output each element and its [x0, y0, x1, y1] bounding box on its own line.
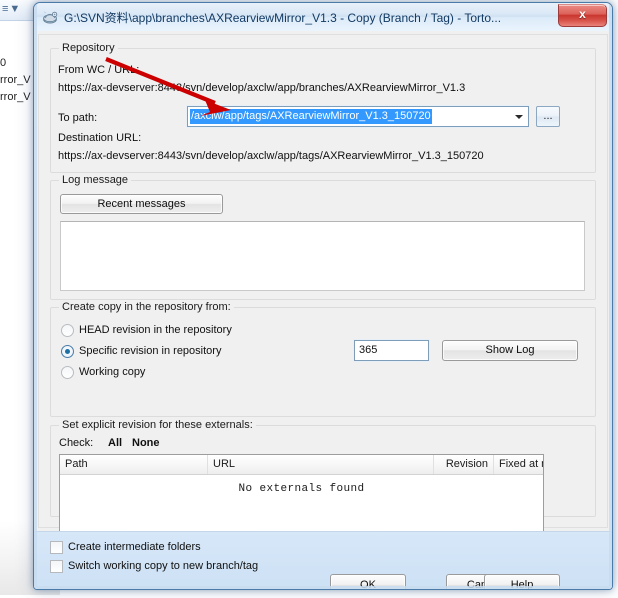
checkbox-switch-working-copy-label: Switch working copy to new branch/tag [68, 560, 259, 572]
column-header-path[interactable]: Path [60, 455, 208, 474]
radio-indicator [61, 366, 74, 379]
to-path-label: To path: [58, 112, 98, 124]
radio-working-copy-label: Working copy [79, 366, 146, 378]
radio-indicator [61, 324, 74, 337]
background-toolbar-icon: ≡▼ [2, 3, 22, 15]
recent-messages-button[interactable]: Recent messages [60, 194, 223, 214]
column-header-url[interactable]: URL [208, 455, 434, 474]
radio-working-copy[interactable]: Working copy [61, 365, 311, 381]
checkbox-switch-working-copy[interactable]: Switch working copy to new branch/tag [50, 559, 310, 575]
copy-branch-tag-dialog: G:\SVN资料\app\branches\AXRearviewMirror_V… [33, 2, 613, 590]
ok-button-label: OK [360, 579, 376, 590]
radio-indicator [61, 345, 74, 358]
column-header-fixed-at-rev[interactable]: Fixed at rev [494, 455, 543, 474]
externals-table-header: Path URL Revision Fixed at rev [60, 455, 543, 475]
dialog-footer: Create intermediate folders Switch worki… [34, 531, 612, 590]
checkbox-create-intermediate-folders-label: Create intermediate folders [68, 541, 201, 553]
externals-group-title: Set explicit revision for these external… [59, 419, 256, 431]
to-path-input[interactable]: /axclw/app/tags/AXRearviewMirror_V1.3_15… [190, 109, 432, 124]
close-button[interactable]: x [558, 4, 607, 27]
checkbox-create-intermediate-folders[interactable]: Create intermediate folders [50, 540, 270, 556]
checkbox-indicator [50, 541, 63, 554]
from-wc-url-label: From WC / URL: [58, 64, 140, 76]
ok-button[interactable]: OK [330, 574, 406, 590]
destination-url-label: Destination URL: [58, 132, 142, 144]
externals-empty-message: No externals found [238, 483, 365, 495]
show-log-button[interactable]: Show Log [442, 340, 578, 361]
radio-head-revision[interactable]: HEAD revision in the repository [61, 323, 311, 339]
create-copy-group-title: Create copy in the repository from: [59, 301, 234, 313]
log-message-group-title: Log message [59, 174, 132, 186]
check-label: Check: [59, 437, 94, 449]
log-message-textarea[interactable] [60, 221, 585, 291]
from-wc-url-value: https://ax-devserver:8443/svn/develop/ax… [58, 82, 466, 94]
dialog-client-area: Repository From WC / URL: https://ax-dev… [34, 31, 612, 589]
tortoisesvn-icon [42, 9, 59, 26]
to-path-combobox[interactable]: /axclw/app/tags/AXRearviewMirror_V1.3_15… [187, 106, 529, 127]
revision-input[interactable]: 365 [354, 340, 429, 361]
close-icon: x [579, 7, 586, 21]
window-title: G:\SVN资料\app\branches\AXRearviewMirror_V… [64, 11, 502, 25]
repository-group-title: Repository [59, 42, 118, 54]
column-header-revision[interactable]: Revision [434, 455, 494, 474]
checkbox-indicator [50, 560, 63, 573]
radio-specific-revision-label: Specific revision in repository [79, 345, 222, 357]
title-bar[interactable]: G:\SVN资料\app\branches\AXRearviewMirror_V… [34, 3, 612, 32]
help-button[interactable]: Help [484, 574, 560, 589]
check-none-link[interactable]: None [132, 437, 160, 449]
revision-input-value: 365 [359, 344, 378, 356]
radio-head-revision-label: HEAD revision in the repository [79, 324, 232, 336]
destination-url-value: https://ax-devserver:8443/svn/develop/ax… [58, 150, 484, 162]
radio-specific-revision[interactable]: Specific revision in repository [61, 344, 311, 360]
check-all-link[interactable]: All [108, 437, 122, 449]
content-pane: Repository From WC / URL: https://ax-dev… [38, 34, 608, 549]
chevron-down-icon[interactable] [510, 108, 527, 125]
browse-button[interactable]: ... [536, 106, 560, 127]
